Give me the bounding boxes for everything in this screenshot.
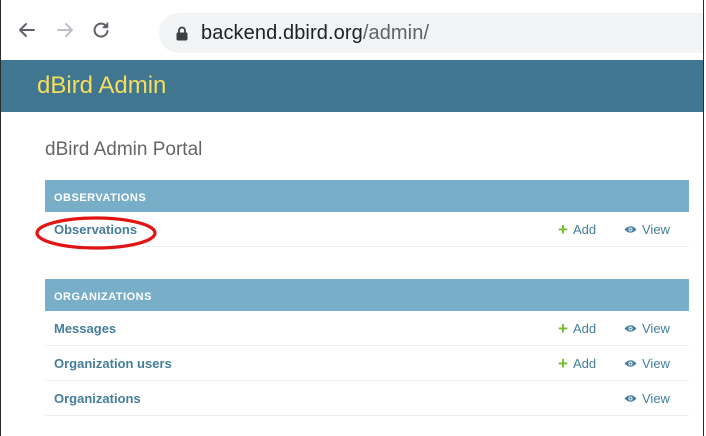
view-label: View: [642, 320, 670, 336]
view-label: View: [642, 355, 670, 371]
url-host: backend.dbird.org: [201, 21, 363, 44]
eye-icon: [624, 225, 637, 234]
view-messages-button[interactable]: View: [624, 321, 670, 336]
model-row-observations: Observations + Add View: [45, 212, 689, 247]
plus-icon: +: [558, 219, 568, 239]
url-path: /admin/: [362, 21, 430, 44]
plus-icon: +: [558, 318, 568, 338]
back-arrow-icon[interactable]: [15, 18, 39, 42]
view-label: View: [642, 390, 670, 406]
model-row-messages: Messages + Add View: [45, 311, 689, 346]
eye-icon: [624, 394, 637, 403]
add-label: Add: [572, 355, 597, 371]
add-messages-button[interactable]: + Add: [558, 320, 596, 337]
view-observations-button[interactable]: View: [624, 222, 670, 237]
app-module-observations: Observations Observations + Add View: [45, 180, 689, 247]
eye-icon: [624, 324, 637, 333]
reload-icon[interactable]: [89, 18, 113, 42]
add-label: Add: [572, 221, 597, 237]
model-link-observations[interactable]: Observations: [54, 222, 137, 237]
admin-header: dBird Admin: [1, 60, 703, 112]
add-organization-users-button[interactable]: + Add: [558, 355, 596, 372]
plus-icon: +: [558, 353, 568, 373]
address-bar[interactable]: backend.dbird.org/admin/: [159, 13, 703, 53]
model-link-organization-users[interactable]: Organization users: [54, 356, 172, 371]
model-row-organizations: Organizations View: [45, 381, 689, 416]
add-label: Add: [572, 320, 597, 336]
eye-icon: [624, 359, 637, 368]
url-text: backend.dbird.org/admin/: [201, 22, 429, 45]
module-caption-observations[interactable]: Observations: [45, 180, 689, 212]
module-caption-organizations[interactable]: Organizations: [45, 279, 689, 311]
browser-window: backend.dbird.org/admin/ dBird Admin dBi…: [0, 0, 704, 436]
view-label: View: [642, 221, 670, 237]
site-name-link[interactable]: dBird Admin: [37, 72, 166, 100]
main-content: dBird Admin Portal Observations Observat…: [1, 112, 703, 416]
lock-icon[interactable]: [175, 24, 189, 42]
view-organization-users-button[interactable]: View: [624, 356, 670, 371]
view-organizations-button[interactable]: View: [624, 391, 670, 406]
model-link-organizations[interactable]: Organizations: [54, 391, 141, 406]
model-link-messages[interactable]: Messages: [54, 321, 116, 336]
app-module-organizations: Organizations Messages + Add View Organi…: [45, 279, 689, 416]
browser-toolbar: backend.dbird.org/admin/: [1, 0, 703, 60]
model-row-organization-users: Organization users + Add View: [45, 346, 689, 381]
forward-arrow-icon[interactable]: [53, 18, 77, 42]
page-title: dBird Admin Portal: [45, 139, 203, 160]
add-observations-button[interactable]: + Add: [558, 221, 596, 238]
